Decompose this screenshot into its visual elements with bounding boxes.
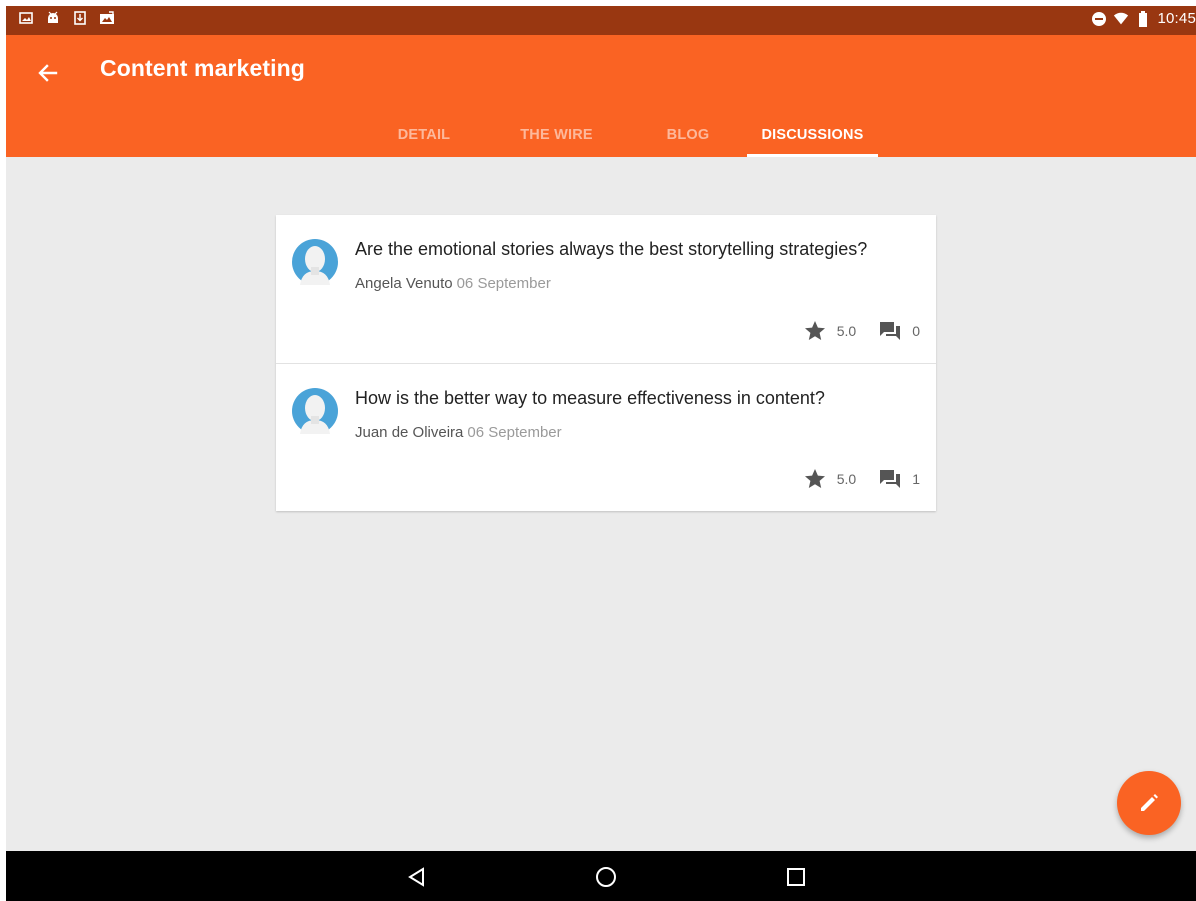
photo-update-icon [99, 10, 115, 26]
nav-back-button[interactable] [404, 864, 430, 890]
app-bar: Content marketing DETAIL THE WIRE BLOG D… [6, 35, 1196, 157]
avatar [292, 388, 338, 434]
comments-icon [878, 467, 902, 491]
discussion-item[interactable]: Are the emotional stories always the bes… [276, 215, 936, 363]
wifi-icon [1113, 11, 1129, 27]
star-icon [803, 319, 827, 343]
discussion-title: How is the better way to measure effecti… [355, 388, 825, 408]
user-avatar-icon [292, 239, 338, 285]
back-triangle-icon [408, 867, 424, 887]
discussion-title: Are the emotional stories always the bes… [355, 239, 868, 259]
edit-pencil-icon [1141, 794, 1158, 811]
arrow-back-icon [38, 64, 58, 82]
page-title: Content marketing [100, 55, 305, 81]
tab-label: THE WIRE [520, 127, 593, 143]
tab-blog[interactable]: BLOG [629, 113, 747, 157]
discussion-date: 06 September [467, 424, 562, 441]
battery-icon [1135, 10, 1151, 27]
status-bar: 10:45 [6, 6, 1196, 35]
discussion-author: Angela Venuto [355, 275, 453, 292]
tab-label: DISCUSSIONS [761, 127, 864, 143]
notification-icons [18, 10, 115, 26]
discussion-author: Juan de Oliveira [355, 424, 464, 441]
discussion-date: 06 September [456, 275, 551, 292]
discussion-item[interactable]: How is the better way to measure effecti… [276, 363, 936, 511]
system-nav-bar [6, 851, 1196, 901]
system-icons: 10:45 [1091, 10, 1196, 27]
nav-home-button[interactable] [593, 864, 619, 890]
discussion-meta: Angela Venuto 06 September [355, 275, 551, 292]
discussion-stats: 5.0 0 [803, 319, 920, 343]
rating-value: 5.0 [836, 471, 857, 487]
star-icon [803, 467, 827, 491]
nav-recents-button[interactable] [783, 864, 809, 890]
comment-count: 1 [912, 471, 920, 487]
new-discussion-button[interactable] [1117, 771, 1181, 835]
tab-the-wire[interactable]: THE WIRE [484, 113, 629, 157]
app-screen: 10:45 Content marketing DETAIL THE WIRE … [6, 6, 1196, 901]
discussion-stats: 5.0 1 [803, 467, 920, 491]
home-circle-icon [596, 867, 616, 887]
user-avatar-icon [292, 388, 338, 434]
discussion-meta: Juan de Oliveira 06 September [355, 424, 562, 441]
image-icon [18, 10, 34, 26]
tab-label: BLOG [666, 127, 710, 143]
recents-square-icon [787, 868, 805, 886]
comment-count: 0 [912, 323, 920, 339]
download-icon [72, 10, 88, 26]
back-button[interactable] [32, 57, 64, 89]
tab-label: DETAIL [397, 127, 451, 143]
rating-value: 5.0 [836, 323, 857, 339]
tab-detail[interactable]: DETAIL [364, 113, 484, 157]
status-time: 10:45 [1157, 10, 1196, 27]
tab-discussions[interactable]: DISCUSSIONS [747, 113, 878, 157]
avatar [292, 239, 338, 285]
discussion-list: Are the emotional stories always the bes… [276, 215, 936, 511]
do-not-disturb-icon [1091, 11, 1107, 27]
tab-bar: DETAIL THE WIRE BLOG DISCUSSIONS [364, 113, 878, 157]
comments-icon [878, 319, 902, 343]
android-icon [45, 10, 61, 26]
